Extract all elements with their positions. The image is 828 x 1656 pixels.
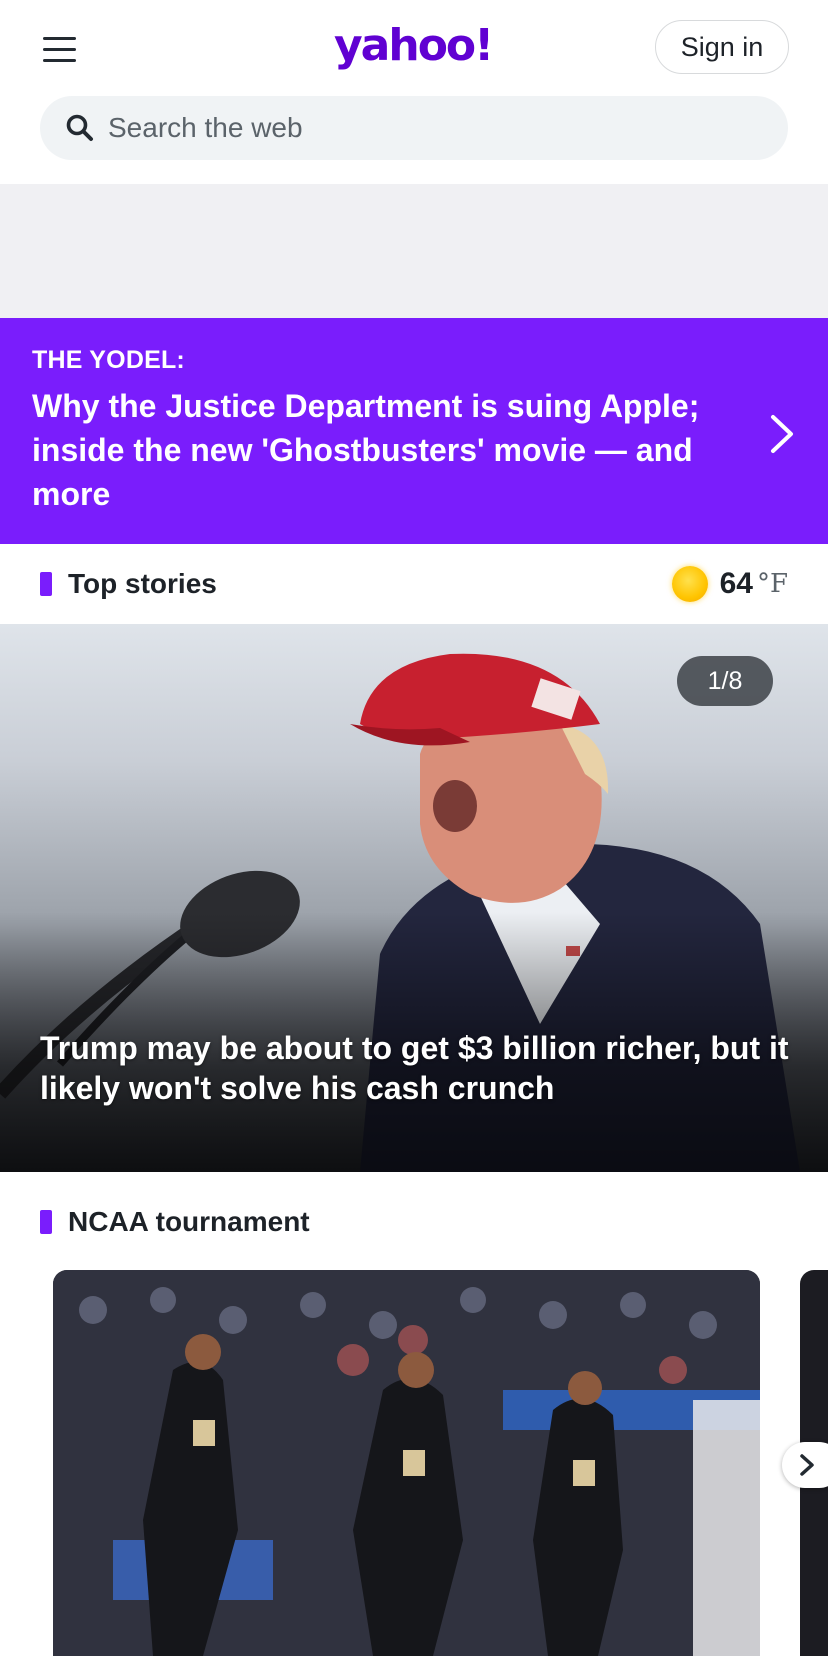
ad-placeholder: [0, 184, 828, 318]
menu-line: [43, 37, 76, 40]
hamburger-menu-icon[interactable]: [40, 34, 80, 66]
ncaa-card-image: [53, 1270, 760, 1656]
yodel-headline[interactable]: Why the Justice Department is suing Appl…: [32, 384, 732, 516]
top-stories-header: Top stories 64 °F: [0, 544, 828, 624]
chevron-right-icon: [800, 1454, 814, 1476]
hero-headline[interactable]: Trump may be about to get $3 billion ric…: [40, 1028, 800, 1108]
ncaa-title: NCAA tournament: [68, 1206, 310, 1237]
hero-story[interactable]: 1/8 Trump may be about to get $3 billion…: [0, 624, 828, 1172]
carousel-next-button[interactable]: [782, 1442, 828, 1488]
menu-line: [43, 48, 76, 51]
site-header: yahoo! Sign in: [0, 0, 828, 184]
yodel-kicker: THE YODEL:: [32, 346, 185, 374]
ncaa-header: NCAA tournament: [0, 1172, 828, 1272]
slide-counter-badge: 1/8: [677, 656, 773, 706]
ncaa-story-card[interactable]: [53, 1270, 760, 1656]
temperature-value: 64: [719, 567, 753, 600]
menu-line: [43, 59, 76, 62]
search-input[interactable]: [108, 96, 768, 160]
search-icon[interactable]: [64, 112, 96, 144]
section-accent-bar: [40, 1210, 52, 1234]
search-bar[interactable]: [40, 96, 788, 160]
yahoo-logo[interactable]: yahoo!: [334, 18, 498, 74]
top-stories-title: Top stories: [68, 568, 217, 599]
weather-widget[interactable]: 64 °F: [671, 564, 788, 604]
yodel-banner[interactable]: THE YODEL: Why the Justice Department is…: [0, 318, 828, 544]
logo-wordmark: yahoo!: [334, 20, 494, 71]
ncaa-carousel: [0, 1270, 828, 1656]
sign-in-button[interactable]: Sign in: [655, 20, 789, 74]
temperature-unit: °F: [756, 569, 788, 599]
chevron-right-icon[interactable]: [766, 412, 798, 456]
sun-icon: [671, 566, 708, 602]
section-accent-bar: [40, 572, 52, 596]
